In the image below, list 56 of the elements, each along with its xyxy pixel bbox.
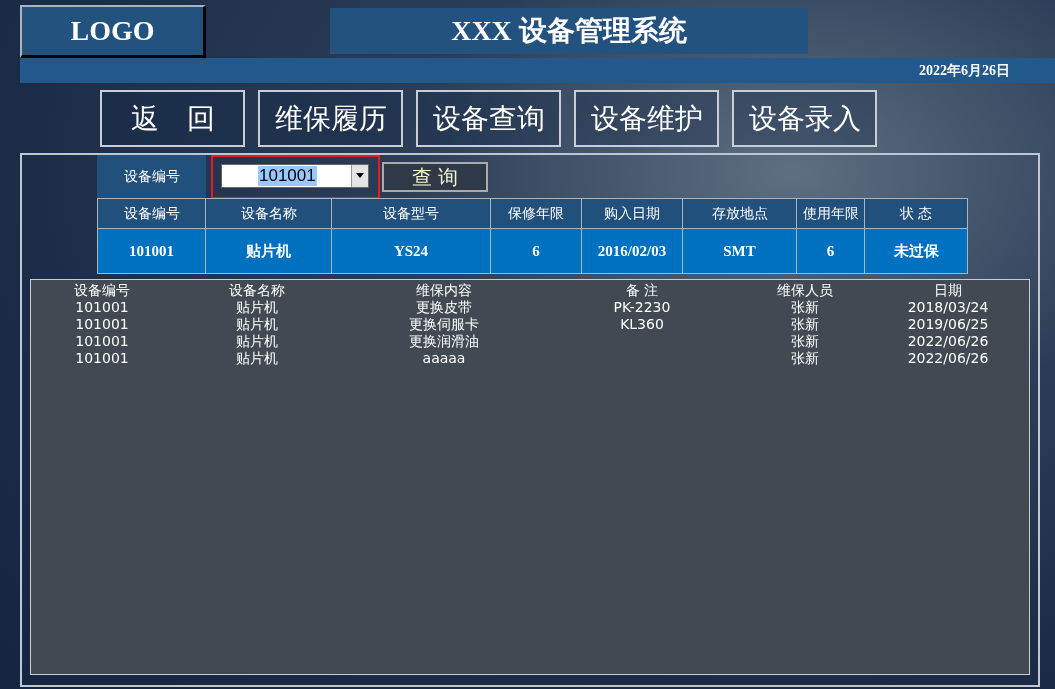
list-cell: 贴片机 <box>236 333 278 350</box>
nav-button[interactable]: 设备维护 <box>574 90 719 147</box>
table-cell: 贴片机 <box>205 228 332 274</box>
column-header: 存放地点 <box>682 198 797 229</box>
window-title: XXX 设备管理系统 <box>330 8 808 54</box>
search-label: 设备编号 <box>97 155 206 198</box>
column-header: 日期 <box>934 282 962 299</box>
column-header: 维保人员 <box>777 282 833 299</box>
column-header: 设备型号 <box>331 198 491 229</box>
list-cell: 张新 <box>791 350 819 367</box>
list-cell: 贴片机 <box>236 299 278 316</box>
list-cell: 101001 <box>75 350 129 367</box>
table-cell: 2016/02/03 <box>581 228 683 274</box>
table-cell: YS24 <box>331 228 491 274</box>
list-cell: 张新 <box>791 316 819 333</box>
column-header: 备 注 <box>625 282 659 299</box>
list-cell: KL360 <box>620 316 664 333</box>
nav-button[interactable]: 设备查询 <box>416 90 561 147</box>
nav-button[interactable]: 返 回 <box>100 90 245 147</box>
list-cell: 101001 <box>75 316 129 333</box>
list-cell: 贴片机 <box>236 350 278 367</box>
list-cell: 贴片机 <box>236 316 278 333</box>
list-cell: 张新 <box>791 333 819 350</box>
column-header: 保修年限 <box>490 198 582 229</box>
logo: LOGO <box>20 5 206 58</box>
list-cell: aaaaa <box>422 350 466 367</box>
list-cell: 2022/06/26 <box>907 333 989 350</box>
column-header: 购入日期 <box>581 198 683 229</box>
table-cell: SMT <box>682 228 797 274</box>
list-cell: 2019/06/25 <box>907 316 989 333</box>
list-cell: 2022/06/26 <box>907 350 989 367</box>
table-cell: 未过保 <box>864 228 968 274</box>
column-header: 状 态 <box>864 198 968 229</box>
list-cell: 2018/03/24 <box>907 299 989 316</box>
list-cell: 更换润滑油 <box>409 333 479 350</box>
column-header: 维保内容 <box>416 282 472 299</box>
column-header: 设备编号 <box>97 198 206 229</box>
selected-value: 101001 <box>258 165 317 186</box>
nav-button[interactable]: 设备录入 <box>732 90 877 147</box>
query-button[interactable]: 查 询 <box>382 161 488 192</box>
list-cell: 101001 <box>75 333 129 350</box>
table-cell: 6 <box>490 228 582 274</box>
column-header: 设备编号 <box>74 282 130 299</box>
table-cell: 101001 <box>97 228 206 274</box>
date-text: 2022年6月26日 <box>919 61 1010 80</box>
list-cell: 101001 <box>75 299 129 316</box>
nav-button[interactable]: 维保履历 <box>258 90 403 147</box>
column-header: 使用年限 <box>796 198 865 229</box>
list-cell: PK-2230 <box>613 299 671 316</box>
table-cell: 6 <box>796 228 865 274</box>
device-number-combo[interactable]: 101001 <box>221 163 369 188</box>
list-cell: 张新 <box>791 299 819 316</box>
column-header: 设备名称 <box>229 282 285 299</box>
list-cell: 更换皮带 <box>416 299 472 316</box>
list-cell: 更换伺服卡 <box>409 316 479 333</box>
column-header: 设备名称 <box>205 198 332 229</box>
